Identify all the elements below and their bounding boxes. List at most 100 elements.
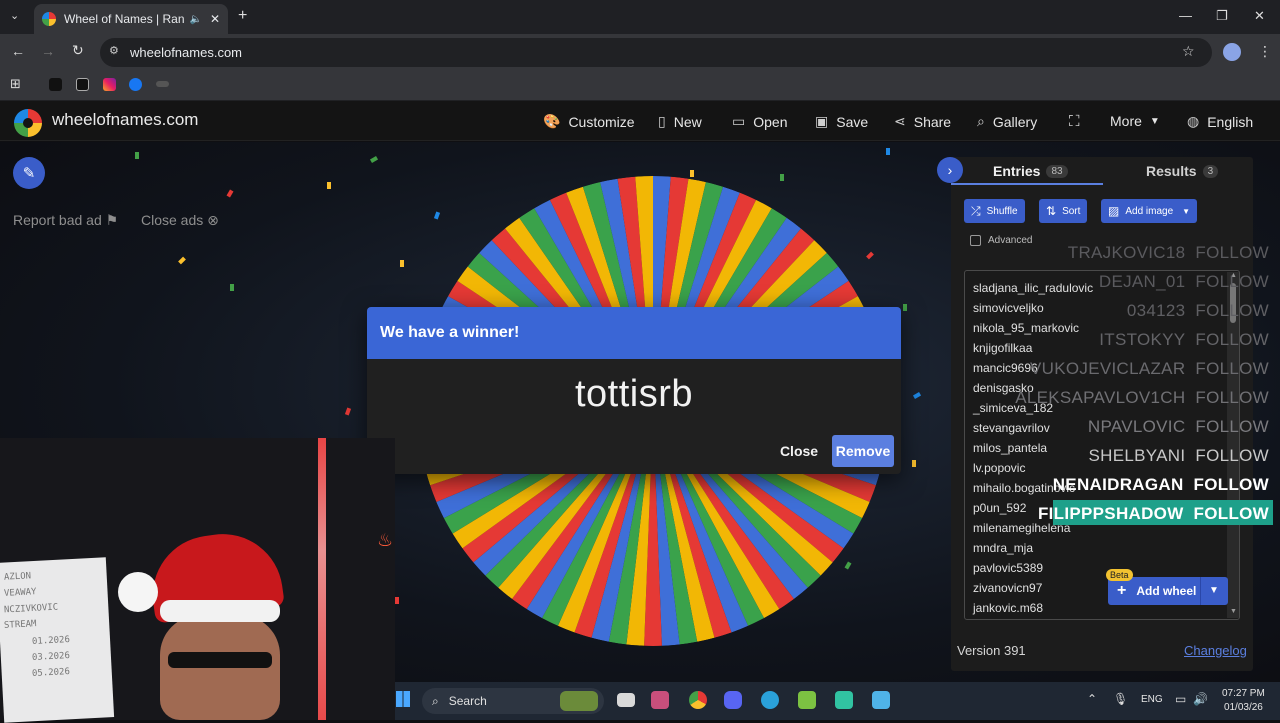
follow-alert: FILIPPPSHADOW FOLLOW: [1038, 504, 1269, 524]
entry-item: mndra_mja: [973, 541, 1034, 555]
network-icon[interactable]: ▭: [1175, 692, 1186, 706]
bookmark-star-icon[interactable]: ☆: [1182, 43, 1195, 60]
window-close-button[interactable]: ✕: [1254, 8, 1265, 24]
url-text: wheelofnames.com: [130, 45, 242, 60]
file-explorer-icon[interactable]: [617, 693, 635, 707]
dialog-header: We have a winner!: [367, 307, 901, 359]
nav-language[interactable]: ◍ English: [1187, 113, 1253, 130]
language-indicator[interactable]: ENG: [1141, 694, 1163, 705]
confetti: [886, 148, 890, 155]
nav-open[interactable]: ▭ Open: [732, 113, 787, 130]
reload-icon[interactable]: ↻: [72, 42, 84, 59]
discord-icon[interactable]: [724, 691, 742, 709]
entry-item: simovicveljko: [973, 301, 1044, 315]
results-count-badge: 3: [1202, 164, 1219, 178]
entry-item: sladjana_ilic_radulovic: [973, 281, 1094, 295]
tab-list-icon[interactable]: ⌄: [10, 9, 19, 22]
share-icon: ⋖: [894, 113, 906, 129]
advanced-checkbox[interactable]: [970, 235, 981, 246]
streamlabs-icon[interactable]: [835, 691, 853, 709]
browser-menu-icon[interactable]: ⋮: [1258, 43, 1272, 60]
instagram-icon[interactable]: [103, 78, 116, 91]
audio-icon[interactable]: 🔈: [189, 14, 201, 25]
add-image-button[interactable]: ▨ Add image ▼: [1101, 199, 1198, 223]
chrome-icon[interactable]: [689, 691, 707, 709]
report-ad-link[interactable]: Report bad ad ⚑: [13, 212, 118, 229]
nav-share[interactable]: ⋖ Share: [894, 113, 951, 130]
search-highlight-icon: [560, 691, 598, 711]
changelog-link[interactable]: Changelog: [1184, 643, 1247, 658]
entry-item: jankovic.m68: [973, 601, 1044, 615]
threads-icon[interactable]: [76, 78, 89, 91]
fullscreen-icon[interactable]: ⛶: [1069, 113, 1080, 130]
restore-button[interactable]: ❐: [1216, 8, 1228, 24]
close-ads-link[interactable]: Close ads ⊗: [141, 212, 219, 229]
shuffle-button[interactable]: ⤮ Shuffle: [964, 199, 1025, 223]
edit-pencil-button[interactable]: ✎: [13, 157, 45, 189]
follower-name: 034123: [1126, 301, 1186, 320]
remove-button[interactable]: Remove: [832, 435, 894, 467]
notepad-icon[interactable]: [872, 691, 890, 709]
taskbar-search[interactable]: ⌕ Search: [422, 688, 604, 714]
tiktok-icon[interactable]: [49, 78, 62, 91]
snipping-tool-icon[interactable]: [651, 691, 669, 709]
add-wheel-button[interactable]: + Add wheel ▼: [1108, 577, 1228, 605]
microphone-icon[interactable]: 🎙: [1113, 692, 1128, 706]
nav-customize[interactable]: 🎨 Customize: [543, 113, 635, 130]
collapse-panel-button[interactable]: ›: [937, 157, 963, 183]
advanced-toggle[interactable]: Advanced: [970, 235, 1032, 246]
app-icon[interactable]: [798, 691, 816, 709]
save-icon: ▣: [815, 113, 829, 129]
version-label: Version 391: [957, 643, 1026, 658]
browser-tab-bar: ⌄ Wheel of Names | Random 🔈 ✕ + — ❐ ✕: [0, 0, 1280, 34]
scroll-down-icon[interactable]: ▼: [1230, 608, 1237, 615]
confetti: [844, 561, 852, 570]
facebook-icon[interactable]: [129, 78, 142, 91]
clock[interactable]: 07:27 PM 01/03/26: [1222, 687, 1265, 715]
nav-new[interactable]: ▯ New: [658, 113, 702, 130]
nav-label: More: [1110, 113, 1142, 129]
follower-name: ITSTOKYY: [1099, 330, 1186, 349]
tray-chevron-icon[interactable]: ⌃: [1087, 692, 1097, 706]
entries-scrollbar[interactable]: [1227, 272, 1239, 618]
confetti: [178, 256, 186, 265]
windows-start-icon[interactable]: [396, 691, 410, 707]
minimize-button[interactable]: —: [1179, 8, 1192, 23]
entry-item: milos_pantela: [973, 441, 1048, 455]
nav-label: Customize: [568, 113, 635, 130]
active-tab-indicator: [951, 183, 1103, 185]
advanced-label: Advanced: [988, 235, 1033, 246]
tab-results[interactable]: Results 3: [1146, 163, 1219, 179]
confetti: [690, 170, 694, 177]
site-logo-icon[interactable]: [14, 109, 42, 137]
entries-textarea[interactable]: sladjana_ilic_radulovic simovicveljko niko…: [964, 270, 1240, 620]
sort-icon: ⇅: [1046, 204, 1057, 218]
follow-action: FOLLOW: [1195, 446, 1269, 465]
nav-gallery[interactable]: ⌕ Gallery: [977, 113, 1037, 130]
nav-more[interactable]: More ▼: [1110, 113, 1160, 129]
back-icon[interactable]: ←: [11, 43, 25, 59]
browser-tab[interactable]: Wheel of Names | Random 🔈 ✕: [34, 4, 228, 34]
nav-label: Open: [753, 113, 788, 130]
tab-close-icon[interactable]: ✕: [210, 12, 220, 26]
nav-save[interactable]: ▣ Save: [815, 113, 868, 130]
confetti: [866, 251, 874, 260]
caret-down-icon[interactable]: ▼: [1209, 585, 1219, 596]
entry-item: knjigofilkaa: [973, 341, 1033, 355]
close-button[interactable]: Close: [776, 436, 822, 466]
telegram-icon[interactable]: [761, 691, 779, 709]
site-name[interactable]: wheelofnames.com: [52, 110, 198, 130]
volume-icon[interactable]: 🔊: [1193, 692, 1208, 706]
close-ads-label: Close ads: [141, 212, 204, 228]
url-input[interactable]: ⚙ wheelofnames.com ☆: [100, 38, 1212, 67]
profile-avatar[interactable]: [1223, 43, 1241, 61]
bookmark-icon[interactable]: [156, 81, 169, 87]
apps-icon[interactable]: ⊞: [10, 76, 21, 92]
new-tab-button[interactable]: +: [238, 7, 247, 25]
forward-icon[interactable]: →: [41, 43, 55, 59]
site-info-icon[interactable]: ⚙: [109, 44, 119, 57]
confetti: [903, 304, 907, 311]
sort-button[interactable]: ⇅ Sort: [1039, 199, 1088, 223]
shuffle-icon: ⤮: [971, 203, 981, 218]
tab-entries[interactable]: Entries 83: [993, 163, 1068, 179]
